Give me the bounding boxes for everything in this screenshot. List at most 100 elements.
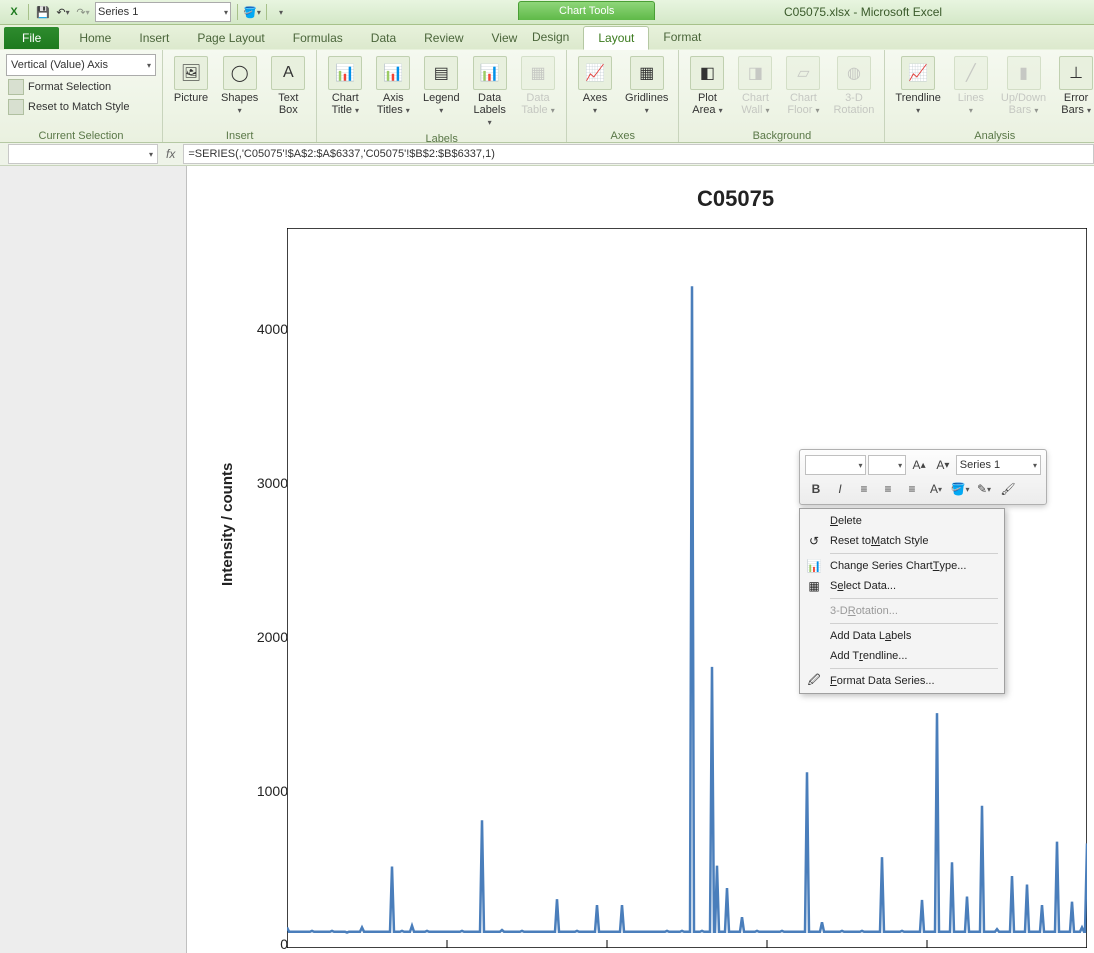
context-menu-item[interactable]: ▦Select Data... bbox=[802, 576, 1002, 596]
context-menu-item-icon: ↺ bbox=[806, 533, 822, 549]
context-menu-item[interactable]: 🖉Format Data Series... bbox=[802, 671, 1002, 691]
qat-selector-dropdown[interactable]: Series 1 ▾ bbox=[95, 2, 231, 22]
chart-element-selector[interactable]: Vertical (Value) Axis ▾ bbox=[6, 54, 156, 76]
y-tick-label: 3000 bbox=[240, 475, 288, 491]
grow-font-icon[interactable]: A▴ bbox=[908, 454, 930, 476]
context-menu-item-icon bbox=[806, 513, 822, 529]
picture-button[interactable]: 🖼Picture bbox=[169, 54, 213, 106]
context-menu-item-icon: 📊 bbox=[806, 558, 822, 574]
tab-layout[interactable]: Layout bbox=[583, 26, 649, 50]
data-table-button: ▦Data Table ▾ bbox=[516, 54, 560, 119]
axes-icon: 📈 bbox=[578, 56, 612, 90]
shrink-font-icon[interactable]: A▾ bbox=[932, 454, 954, 476]
context-menu-item-icon bbox=[806, 648, 822, 664]
chevron-down-icon: ▾ bbox=[147, 61, 151, 70]
context-menu-item: 3-D Rotation... bbox=[802, 601, 1002, 621]
name-box[interactable]: ▾ bbox=[8, 144, 158, 164]
context-menu-separator bbox=[830, 598, 998, 599]
context-menu-item[interactable]: Delete bbox=[802, 511, 1002, 531]
y-tick-label: 1000 bbox=[240, 783, 288, 799]
context-menu-item[interactable]: 📊Change Series Chart Type... bbox=[802, 556, 1002, 576]
align-right-icon[interactable]: ≡ bbox=[901, 478, 923, 500]
mini-font-name-dropdown[interactable]: ▾ bbox=[805, 455, 866, 475]
data-labels-button[interactable]: 📊Data Labels ▾ bbox=[467, 54, 512, 131]
error-bars-button[interactable]: ⊥Error Bars ▾ bbox=[1054, 54, 1094, 119]
plot-area-button[interactable]: ◧Plot Area ▾ bbox=[685, 54, 729, 119]
qat-separator bbox=[266, 4, 267, 20]
y-tick-label: 4000 bbox=[240, 321, 288, 337]
redo-icon[interactable]: ↷▾ bbox=[75, 4, 91, 20]
tab-data[interactable]: Data bbox=[357, 27, 410, 49]
align-center-icon[interactable]: ≡ bbox=[877, 478, 899, 500]
picture-icon: 🖼 bbox=[174, 56, 208, 90]
reset-to-match-style-button[interactable]: Reset to Match Style bbox=[6, 98, 132, 116]
legend-button[interactable]: ▤Legend▾ bbox=[419, 54, 463, 119]
align-left-icon[interactable]: ≡ bbox=[853, 478, 875, 500]
tab-formulas[interactable]: Formulas bbox=[279, 27, 357, 49]
tab-home[interactable]: Home bbox=[65, 27, 125, 49]
chart-title[interactable]: C05075 bbox=[697, 186, 774, 212]
lines-button: ╱Lines▾ bbox=[949, 54, 993, 119]
context-menu-item[interactable]: ↺Reset to Match Style bbox=[802, 531, 1002, 551]
tab-format[interactable]: Format bbox=[649, 26, 715, 49]
save-icon[interactable]: 💾 bbox=[35, 4, 51, 20]
tab-file[interactable]: File bbox=[4, 27, 59, 49]
reset-style-icon bbox=[8, 99, 24, 115]
font-color-icon[interactable]: A▾ bbox=[925, 478, 947, 500]
updown-bars-button: ▮Up/Down Bars ▾ bbox=[997, 54, 1050, 119]
reset-style-label: Reset to Match Style bbox=[28, 101, 130, 113]
context-menu-item[interactable]: Add Trendline... bbox=[802, 646, 1002, 666]
chart-title-icon: 📊 bbox=[328, 56, 362, 90]
context-menu-separator bbox=[830, 623, 998, 624]
axis-titles-button[interactable]: 📊Axis Titles ▾ bbox=[371, 54, 415, 119]
outline-color-icon[interactable]: ✎▾ bbox=[973, 478, 995, 500]
excel-icon: X bbox=[6, 4, 22, 20]
tab-page-layout[interactable]: Page Layout bbox=[183, 27, 278, 49]
format-selection-button[interactable]: Format Selection bbox=[6, 78, 113, 96]
qat-separator bbox=[28, 4, 29, 20]
context-menu: Delete↺Reset to Match Style 📊Change Serie… bbox=[799, 508, 1005, 694]
fill-color-icon[interactable]: 🪣▾ bbox=[949, 478, 971, 500]
formula-input[interactable]: =SERIES(,'C05075'!$A$2:$A$6337,'C05075'!… bbox=[183, 144, 1094, 164]
shapes-button[interactable]: ◯Shapes▾ bbox=[217, 54, 262, 119]
ribbon: Vertical (Value) Axis ▾ Format Selection… bbox=[0, 50, 1094, 143]
data-labels-icon: 📊 bbox=[473, 56, 507, 90]
chart-title-button[interactable]: 📊Chart Title ▾ bbox=[323, 54, 367, 119]
customize-qat-icon[interactable]: ▾ bbox=[273, 4, 289, 20]
textbox-icon: A bbox=[271, 56, 305, 90]
updown-bars-icon: ▮ bbox=[1007, 56, 1041, 90]
axis-titles-icon: 📊 bbox=[376, 56, 410, 90]
bold-icon[interactable]: B bbox=[805, 478, 827, 500]
axes-button[interactable]: 📈Axes▾ bbox=[573, 54, 617, 119]
chart-canvas[interactable]: C05075 Intensity / counts 0 1000 2000 30… bbox=[187, 166, 1094, 953]
gridlines-button[interactable]: ▦Gridlines▾ bbox=[621, 54, 672, 119]
context-menu-item[interactable]: Add Data Labels bbox=[802, 626, 1002, 646]
fill-color-icon[interactable]: 🪣▾ bbox=[244, 4, 260, 20]
context-menu-item-icon bbox=[806, 628, 822, 644]
italic-icon[interactable]: I bbox=[829, 478, 851, 500]
format-painter-icon[interactable]: 🖌 bbox=[997, 478, 1019, 500]
lines-icon: ╱ bbox=[954, 56, 988, 90]
trendline-button[interactable]: 📈Trendline▾ bbox=[891, 54, 944, 119]
rotation-3d-icon: ◍ bbox=[837, 56, 871, 90]
ribbon-group-label: Background bbox=[685, 128, 878, 142]
context-menu-item-icon bbox=[806, 603, 822, 619]
tab-insert[interactable]: Insert bbox=[125, 27, 183, 49]
rotation-3d-button: ◍3-D Rotation bbox=[829, 54, 878, 118]
insert-function-icon[interactable]: fx bbox=[166, 147, 175, 161]
chevron-down-icon: ▾ bbox=[149, 150, 153, 159]
mini-font-size-dropdown[interactable]: ▾ bbox=[868, 455, 906, 475]
ribbon-group-label: Axes bbox=[573, 128, 672, 142]
ribbon-group-analysis: 📈Trendline▾ ╱Lines▾ ▮Up/Down Bars ▾ ⊥Err… bbox=[885, 50, 1094, 142]
ribbon-group-label: Analysis bbox=[891, 128, 1094, 142]
y-axis-label[interactable]: Intensity / counts bbox=[219, 463, 236, 586]
plot-area-icon: ◧ bbox=[690, 56, 724, 90]
tab-design[interactable]: Design bbox=[518, 26, 583, 49]
context-menu-separator bbox=[830, 668, 998, 669]
textbox-button[interactable]: AText Box bbox=[266, 54, 310, 118]
mini-series-dropdown[interactable]: Series 1▾ bbox=[956, 455, 1041, 475]
qat-separator bbox=[237, 4, 238, 20]
ribbon-group-label: Insert bbox=[169, 128, 310, 142]
tab-review[interactable]: Review bbox=[410, 27, 477, 49]
undo-icon[interactable]: ↶▾ bbox=[55, 4, 71, 20]
